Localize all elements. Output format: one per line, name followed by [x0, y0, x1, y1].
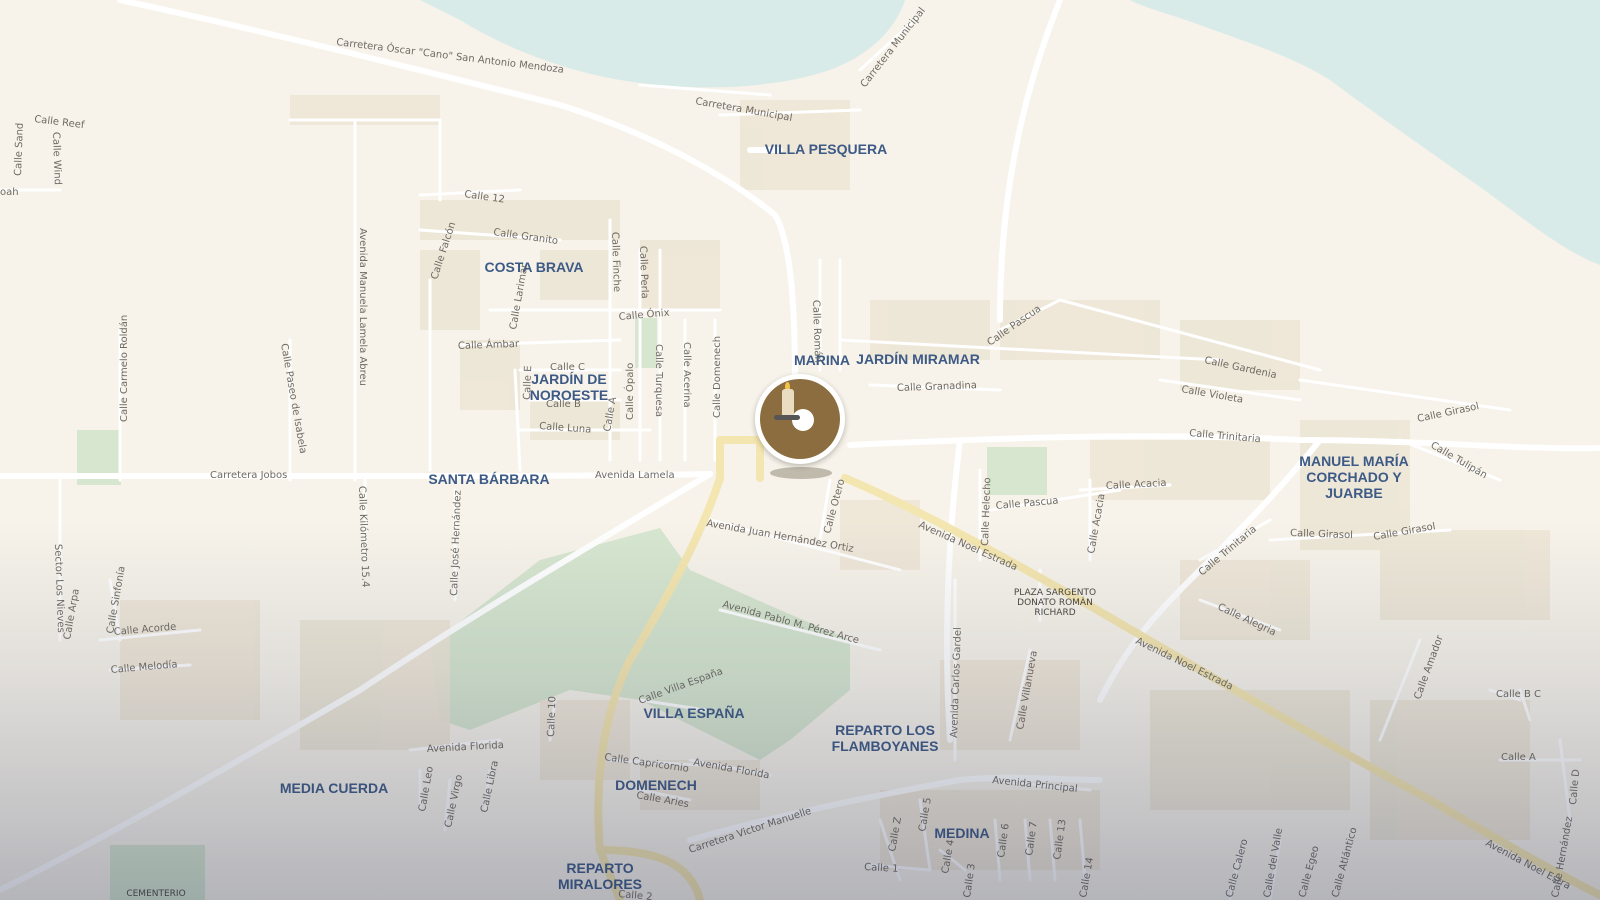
label-santa-barbara: SANTA BÁRBARA [428, 471, 549, 487]
label-villa-pesquera: VILLA PESQUERA [765, 141, 887, 157]
label-manuel-line1: MANUEL MARÍA [1299, 453, 1408, 469]
label-jardin-noroeste-line1: JARDÍN DE [531, 371, 606, 387]
street-label: Calle Acerina [681, 342, 692, 408]
street-label: Calle Ópalo [623, 363, 636, 420]
street-label: Carretera Jobos [210, 470, 287, 481]
location-marker[interactable] [755, 374, 845, 464]
label-plaza-line3: RICHARD [1034, 608, 1075, 618]
street-label: Calle A [1501, 752, 1536, 763]
street-label: Calle Girasol [1290, 528, 1353, 541]
label-medina: MEDINA [934, 825, 989, 841]
street-label: Calle Sand [13, 123, 26, 177]
label-villa-espana: VILLA ESPAÑA [643, 704, 744, 721]
marker-disc [760, 379, 840, 459]
candle-body [782, 389, 794, 417]
label-plaza-line2: DONATO ROMÁN [1017, 596, 1093, 608]
street-label: Calle Perla [637, 246, 650, 299]
label-media-cuerda: MEDIA CUERDA [280, 780, 388, 796]
street-label: Calle Román [810, 300, 824, 363]
street-label: Avenida Lamela [595, 470, 675, 481]
street-label: Avenida Manuela Lamela Abreu [357, 228, 368, 386]
label-flamboyanes-line2: FLAMBOYANES [832, 738, 939, 754]
street-label: Calle B [546, 399, 581, 410]
label-manuel-line3: JUARBE [1325, 485, 1383, 501]
street-label: Calle Finche [609, 232, 622, 292]
label-flamboyanes-line1: REPARTO LOS [835, 722, 935, 738]
street-label: Calle Carmelo Roldán [118, 315, 130, 422]
label-domenech: DOMENECH [615, 777, 697, 793]
street-label: Calle 10 [546, 696, 558, 737]
park-east [987, 447, 1047, 495]
label-manuel-line2: CORCHADO Y [1306, 469, 1402, 485]
label-jardin-miramar: JARDÍN MIRAMAR [856, 351, 980, 367]
marker-center [792, 409, 814, 431]
label-costa-brava: COSTA BRAVA [484, 259, 583, 275]
street-label: Calle E [522, 365, 534, 400]
street-label: Calle 1 [864, 862, 899, 875]
street-label: oah [0, 187, 19, 198]
street-label: Calle Turquesa [653, 344, 664, 417]
street-label: Calle 2 [618, 889, 653, 900]
candle-holder [774, 415, 800, 420]
label-miralores-line1: REPARTO [566, 860, 633, 876]
street-label: Calle Domenech [712, 336, 723, 418]
street-label: Calle C [550, 362, 585, 373]
street-label: Calle B C [1496, 689, 1541, 700]
label-cementerio: CEMENTERIO [126, 889, 185, 899]
label-plaza-line1: PLAZA SARGENTO [1014, 588, 1096, 598]
marker-shadow [770, 467, 832, 479]
street-label: Calle Wind [50, 132, 63, 185]
